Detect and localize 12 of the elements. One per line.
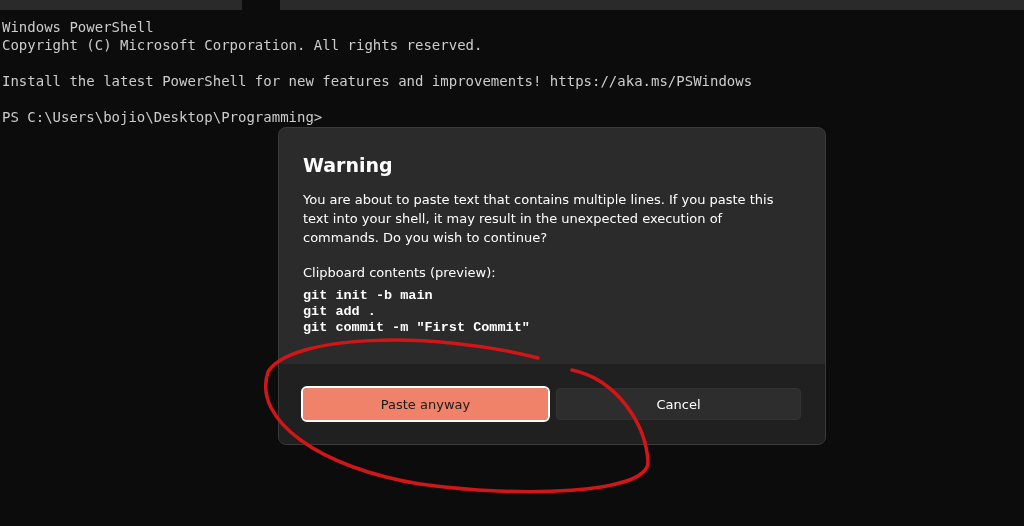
- terminal-line: Windows PowerShell: [2, 18, 154, 36]
- terminal-line: Copyright (C) Microsoft Corporation. All rights reserved.: [2, 36, 483, 54]
- cancel-button[interactable]: Cancel: [556, 388, 801, 420]
- preview-label: Clipboard contents (preview):: [303, 265, 496, 280]
- paste-button[interactable]: Paste anyway: [303, 388, 548, 420]
- terminal-line: Install the latest PowerShell for new features and improvements! https://aka.ms/PSWindows: [2, 72, 753, 90]
- code-line: git commit -m "First Commit": [303, 320, 530, 336]
- code-line: git add .: [303, 304, 376, 320]
- code-line: git init -b main: [303, 288, 433, 304]
- terminal-line: PS C:\Users\bojio\Desktop\Programming>: [2, 108, 323, 126]
- dialog-message: You are about to paste text that contains multiple lines. If you paste this text into your shell, it may result in the unexpected execution of commands. Do you wish to continue?: [303, 191, 775, 247]
- dialog-title: Warning: [303, 154, 393, 176]
